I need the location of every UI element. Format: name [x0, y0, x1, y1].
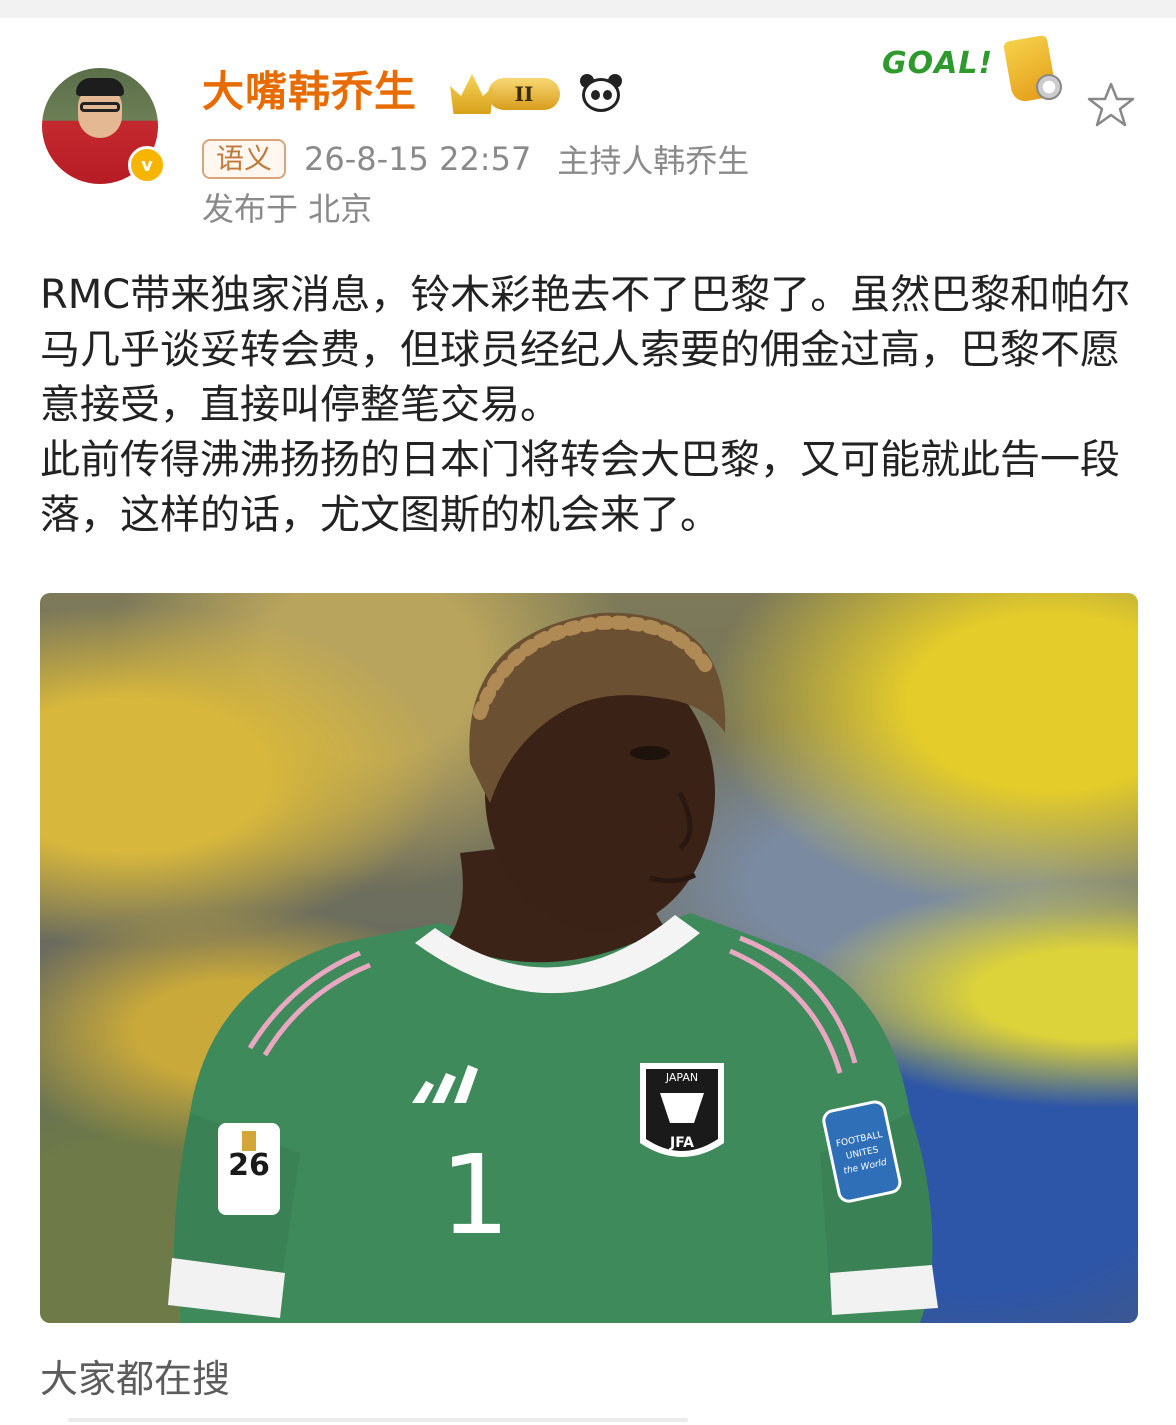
post-timestamp: 26-8-15 22:57: [304, 140, 532, 178]
crest-text: JAPAN: [665, 1071, 698, 1084]
verified-icon: v: [128, 146, 166, 184]
post-meta: 语义 26-8-15 22:57 主持人韩乔生: [202, 136, 749, 182]
post-source: 主持人韩乔生: [557, 142, 750, 180]
panda-icon[interactable]: [578, 72, 624, 116]
status-bar-strip: [0, 0, 1176, 18]
post-location: 发布于 北京: [202, 190, 373, 228]
divider: [68, 1418, 688, 1422]
post-paragraph: RMC带来独家消息，铃木彩艳去不了巴黎了。虽然巴黎和帕尔马几乎谈妥转会费，但球员…: [40, 272, 1131, 428]
star-icon[interactable]: [1086, 80, 1136, 130]
goal-badge-text: GOAL!: [882, 46, 994, 81]
post-text: RMC带来独家消息，铃木彩艳去不了巴黎了。虽然巴黎和帕尔马几乎谈妥转会费，但球员…: [40, 268, 1140, 543]
post-paragraph: 此前传得沸沸扬扬的日本门将转会大巴黎，又可能就此告一段落，这样的话，尤文图斯的机…: [40, 437, 1120, 538]
jersey-number: 1: [440, 1131, 510, 1259]
crown-icon: [450, 74, 494, 114]
goal-badge-icon: GOAL!: [866, 34, 1086, 114]
avatar[interactable]: v: [42, 68, 166, 190]
semantic-tag[interactable]: 语义: [202, 139, 287, 179]
trending-search-label[interactable]: 大家都在搜: [40, 1354, 230, 1404]
wc-patch-text: 26: [228, 1148, 270, 1183]
membership-badge[interactable]: II: [450, 74, 568, 114]
post-image[interactable]: JAPAN JFA 1 26 FOOTBALL UNITES the World: [40, 593, 1138, 1323]
username[interactable]: 大嘴韩乔生: [202, 64, 417, 120]
ball-icon: [1036, 74, 1062, 100]
level-badge: II: [488, 78, 560, 110]
player-photo: JAPAN JFA 1 26 FOOTBALL UNITES the World: [168, 612, 938, 1323]
crest-sub-text: JFA: [669, 1135, 694, 1151]
